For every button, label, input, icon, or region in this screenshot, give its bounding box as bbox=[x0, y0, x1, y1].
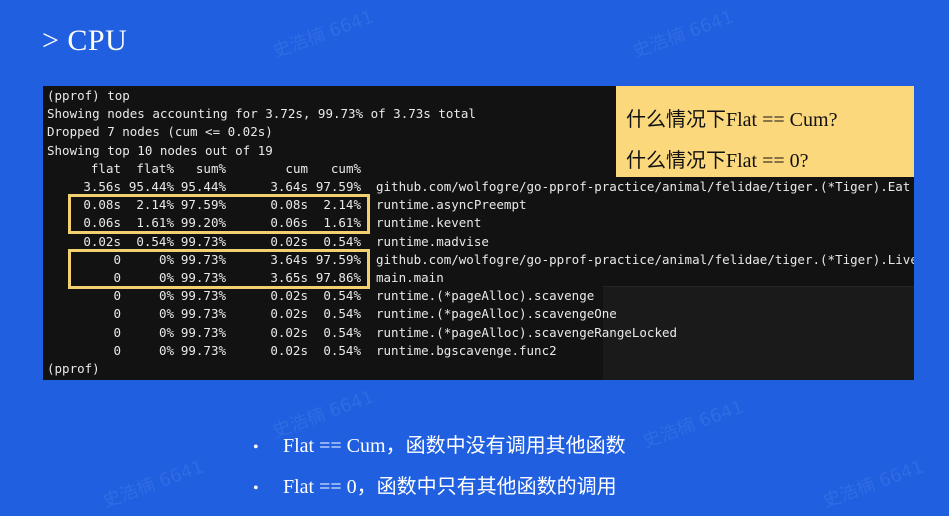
col-flat-pct: 95.44% bbox=[128, 179, 174, 194]
col-cum-pct: 2.14% bbox=[323, 197, 361, 213]
col-flat: 0 bbox=[113, 324, 121, 340]
terminal-prompt: (pprof) bbox=[47, 361, 100, 376]
callout-question-2: 什么情况下Flat == 0? bbox=[626, 150, 809, 172]
col-sum-pct: 97.59% bbox=[180, 197, 226, 213]
col-flat-pct: 0% bbox=[158, 306, 174, 322]
col-flat-pct: 0% bbox=[158, 270, 174, 285]
col-flat-pct: 0% bbox=[158, 342, 174, 358]
terminal-header-line: Showing top 10 nodes out of 19 bbox=[47, 142, 273, 158]
bullet-list: • Flat == Cum，函数中没有调用其他函数 • Flat == 0，函数中只… bbox=[253, 428, 626, 510]
col-function-name: main.main bbox=[376, 270, 444, 285]
col-sum-pct: 99.73% bbox=[180, 288, 226, 304]
col-flat: 3.56s bbox=[83, 179, 121, 194]
profile-table-row: 0.08s 2.14% 97.59% 0.08s 2.14% runtime.asyncP… bbox=[43, 196, 913, 214]
col-flat-pct: 0% bbox=[158, 251, 174, 267]
bullet-text: Flat == Cum，函数中没有调用其他函数 bbox=[283, 435, 626, 457]
bullet-dot-icon: • bbox=[253, 439, 259, 456]
col-function-name: runtime.(*pageAlloc).scavengeRangeLocked bbox=[376, 324, 678, 340]
profile-table-row: 0 0% 99.73% 0.02s 0.54% runtime.(*pageAlloc).… bbox=[43, 305, 913, 323]
profile-table-row: 0.02s 0.54% 99.73% 0.02s 0.54% runtime.madvis… bbox=[43, 233, 913, 251]
col-cum: 3.65s bbox=[270, 270, 308, 285]
terminal-header-line: Showing nodes accounting for 3.72s, 99.7… bbox=[47, 106, 476, 122]
watermark-text: 史浩楠 6641 bbox=[100, 456, 207, 513]
col-sum-pct: 99.73% bbox=[180, 342, 226, 358]
col-cum: 3.64s bbox=[270, 179, 308, 194]
profile-table-row: 0.06s 1.61% 99.20% 0.06s 1.61% runtime.kevent bbox=[43, 214, 913, 232]
col-function-name: runtime.kevent bbox=[376, 215, 482, 231]
watermark-text: 史浩楠 6641 bbox=[820, 456, 927, 513]
col-cum-pct: 0.54% bbox=[323, 306, 361, 322]
col-sum-pct: 99.73% bbox=[180, 251, 226, 267]
col-cum-pct: 97.59% bbox=[315, 179, 361, 194]
bullet-text: Flat == 0，函数中只有其他函数的调用 bbox=[283, 476, 617, 498]
col-sum-pct: 99.73% bbox=[180, 233, 226, 249]
col-function-name: runtime.asyncPreempt bbox=[376, 197, 527, 213]
col-flat: 0 bbox=[113, 288, 121, 304]
col-sum-pct: 99.73% bbox=[180, 324, 226, 340]
col-flat: 0.08s bbox=[83, 197, 121, 213]
col-function-name: github.com/wolfogre/go-pprof-practice/an… bbox=[376, 251, 914, 267]
col-cum: 0.02s bbox=[270, 233, 308, 249]
col-flat: 0 bbox=[113, 306, 121, 322]
col-flat: 0 bbox=[113, 342, 121, 358]
col-cum: 0.06s bbox=[270, 215, 308, 231]
col-cum-pct: 0.54% bbox=[323, 288, 361, 304]
column-header-flat_pct: flat% bbox=[136, 160, 174, 176]
col-cum: 0.08s bbox=[270, 197, 308, 213]
terminal-header-line: Dropped 7 nodes (cum <= 0.02s) bbox=[47, 124, 273, 140]
col-cum-pct: 97.59% bbox=[315, 251, 361, 267]
watermark-text: 史浩楠 6641 bbox=[640, 396, 747, 453]
col-flat-pct: 0% bbox=[158, 324, 174, 340]
col-flat: 0.06s bbox=[83, 215, 121, 231]
profile-table-row: 0 0% 99.73% 3.65s 97.86% main.main bbox=[43, 269, 913, 287]
column-header-sum_pct: sum% bbox=[195, 160, 226, 176]
col-sum-pct: 99.73% bbox=[180, 306, 226, 322]
slide-title: > CPU bbox=[42, 24, 128, 57]
col-function-name: runtime.bgscavenge.func2 bbox=[376, 342, 557, 358]
profile-table-row: 0 0% 99.73% 0.02s 0.54% runtime.(*pageAlloc).… bbox=[43, 287, 913, 305]
col-function-name: runtime.(*pageAlloc).scavengeOne bbox=[376, 306, 617, 322]
terminal-header-line: (pprof) top bbox=[47, 88, 130, 103]
col-flat-pct: 0% bbox=[158, 288, 174, 304]
col-cum: 0.02s bbox=[270, 324, 308, 340]
column-header-cum_pct: cum% bbox=[330, 160, 361, 176]
col-function-name: runtime.madvise bbox=[376, 233, 489, 249]
col-sum-pct: 95.44% bbox=[180, 179, 226, 194]
col-flat: 0 bbox=[113, 270, 121, 285]
col-cum: 0.02s bbox=[270, 306, 308, 322]
col-cum-pct: 1.61% bbox=[323, 215, 361, 231]
column-header-flat: flat bbox=[90, 160, 121, 176]
profile-table-row: 0 0% 99.73% 0.02s 0.54% runtime.(*pageAlloc).… bbox=[43, 324, 913, 342]
column-header-cum: cum bbox=[285, 160, 308, 176]
col-cum-pct: 0.54% bbox=[323, 324, 361, 340]
question-callout: 什么情况下Flat == Cum? 什么情况下Flat == 0? bbox=[616, 86, 914, 177]
profile-table-row: 0 0% 99.73% 0.02s 0.54% runtime.bgscavenge.fu… bbox=[43, 342, 913, 360]
col-cum-pct: 0.54% bbox=[323, 342, 361, 358]
bullet-item: • Flat == Cum，函数中没有调用其他函数 bbox=[253, 428, 626, 469]
col-flat-pct: 1.61% bbox=[136, 215, 174, 231]
callout-question-1: 什么情况下Flat == Cum? bbox=[626, 109, 838, 131]
col-cum-pct: 0.54% bbox=[323, 233, 361, 249]
col-flat-pct: 0.54% bbox=[136, 233, 174, 249]
col-cum-pct: 97.86% bbox=[315, 270, 361, 285]
watermark-text: 史浩楠 6641 bbox=[630, 6, 737, 63]
col-cum: 0.02s bbox=[270, 342, 308, 358]
col-flat: 0 bbox=[113, 251, 121, 267]
bullet-dot-icon: • bbox=[253, 480, 259, 497]
col-cum: 0.02s bbox=[270, 288, 308, 304]
col-flat: 0.02s bbox=[83, 233, 121, 249]
col-flat-pct: 2.14% bbox=[136, 197, 174, 213]
col-sum-pct: 99.73% bbox=[180, 270, 226, 285]
col-function-name: runtime.(*pageAlloc).scavenge bbox=[376, 288, 595, 304]
watermark-text: 史浩楠 6641 bbox=[270, 6, 377, 63]
profile-table-row: 0 0% 99.73% 3.64s 97.59% github.com/wolfogre/… bbox=[43, 251, 914, 269]
col-sum-pct: 99.20% bbox=[180, 215, 226, 231]
bullet-item: • Flat == 0，函数中只有其他函数的调用 bbox=[253, 469, 626, 510]
col-cum: 3.64s bbox=[270, 251, 308, 267]
